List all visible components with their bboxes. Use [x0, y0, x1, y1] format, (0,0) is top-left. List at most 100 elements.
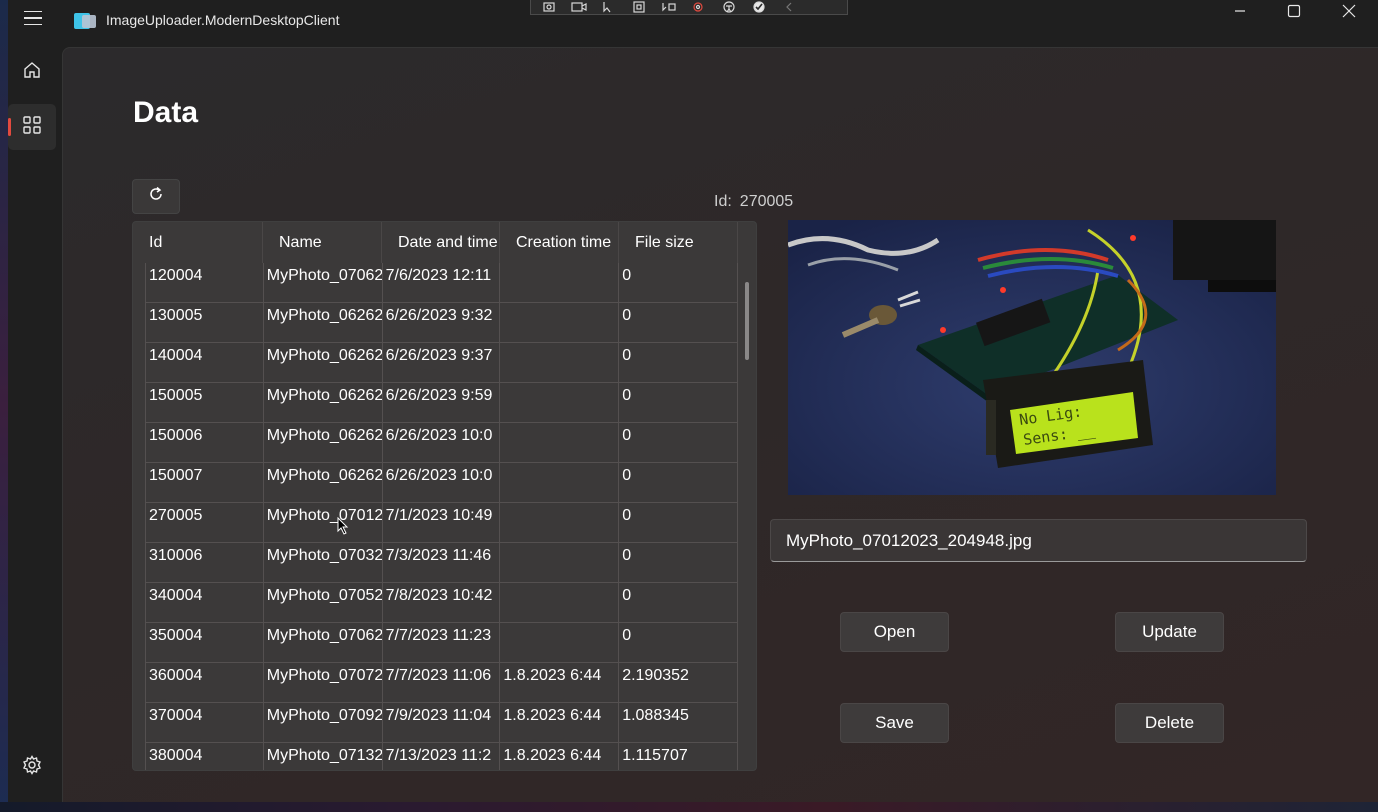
table-cell: MyPhoto_07062023: [264, 623, 383, 662]
table-cell: 0: [619, 423, 738, 462]
table-row[interactable]: 120004MyPhoto_070620237/6/2023 12:11 0: [145, 263, 738, 303]
selected-id-label: Id: 270005: [714, 193, 793, 211]
home-icon: [22, 60, 42, 85]
table-cell: MyPhoto_06262023: [264, 383, 383, 422]
table-cell: 2.190352: [619, 663, 738, 702]
column-header-name[interactable]: Name: [263, 222, 382, 263]
table-cell: 370004: [146, 703, 264, 742]
table-cell: 360004: [146, 663, 264, 702]
title-bar[interactable]: ImageUploader.ModernDesktopClient: [8, 0, 1378, 44]
select-element-icon[interactable]: [539, 1, 559, 13]
nav-item-home[interactable]: [8, 49, 56, 95]
table-cell: 6/26/2023 10:0: [383, 463, 501, 502]
update-button[interactable]: Update: [1115, 612, 1224, 652]
table-cell: 1.115707: [619, 743, 738, 770]
table-cell: 130005: [146, 303, 264, 342]
table-cell: [500, 503, 620, 542]
table-row[interactable]: 350004MyPhoto_070620237/7/2023 11:23 0: [145, 623, 738, 663]
table-cell: 1.8.2023 6:44: [500, 703, 620, 742]
open-button[interactable]: Open: [840, 612, 949, 652]
table-cell: 0: [619, 503, 738, 542]
table-cell: 7/8/2023 10:42: [383, 583, 501, 622]
table-row[interactable]: 360004MyPhoto_070720237/7/2023 11:061.8.…: [145, 663, 738, 703]
table-cell: 7/7/2023 11:23: [383, 623, 501, 662]
table-cell: 140004: [146, 343, 264, 382]
filename-field[interactable]: MyPhoto_07012023_204948.jpg: [770, 519, 1307, 562]
save-button[interactable]: Save: [840, 703, 949, 743]
table-cell: 380004: [146, 743, 264, 770]
table-row[interactable]: 150005MyPhoto_062620236/26/2023 9:59 0: [145, 383, 738, 423]
table-cell: 150006: [146, 423, 264, 462]
table-row[interactable]: 370004MyPhoto_070920237/9/2023 11:041.8.…: [145, 703, 738, 743]
minimize-button[interactable]: [1212, 0, 1268, 26]
column-header-creation[interactable]: Creation time: [500, 222, 619, 263]
table-cell: [500, 623, 620, 662]
maximize-button[interactable]: [1266, 0, 1322, 26]
table-cell: 0: [619, 543, 738, 582]
table-cell: 0: [619, 263, 738, 302]
close-icon: [1342, 4, 1356, 23]
table-cell: 7/1/2023 10:49: [383, 503, 501, 542]
table-row[interactable]: 150006MyPhoto_062620236/26/2023 10:0 0: [145, 423, 738, 463]
table-row[interactable]: 130005MyPhoto_062620236/26/2023 9:32 0: [145, 303, 738, 343]
table-cell: 0: [619, 303, 738, 342]
check-icon[interactable]: [749, 1, 769, 13]
pointer-select-icon[interactable]: [599, 1, 619, 13]
nav-item-data[interactable]: [8, 104, 56, 150]
table-row[interactable]: 380004MyPhoto_071320237/13/2023 11:21.8.…: [145, 743, 738, 770]
track-focus-icon[interactable]: [659, 1, 679, 13]
grid-apps-icon: [22, 115, 42, 140]
table-cell: 7/13/2023 11:2: [383, 743, 501, 770]
accessibility-icon[interactable]: [719, 1, 739, 13]
table-cell: 1.8.2023 6:44: [500, 663, 620, 702]
selection-indicator: [8, 118, 11, 136]
table-cell: MyPhoto_07032023: [264, 543, 383, 582]
grid-body: 120004MyPhoto_070620237/6/2023 12:110130…: [145, 263, 738, 770]
table-cell: [500, 303, 620, 342]
column-header-id[interactable]: Id: [133, 222, 263, 263]
table-row[interactable]: 270005MyPhoto_070120237/1/2023 10:49 0: [145, 503, 738, 543]
table-cell: 0: [619, 343, 738, 382]
video-icon[interactable]: [569, 1, 589, 13]
table-row[interactable]: 140004MyPhoto_062620236/26/2023 9:37 0: [145, 343, 738, 383]
xaml-debug-toolbar: [530, 0, 848, 15]
hamburger-menu-icon[interactable]: [20, 6, 46, 30]
data-grid[interactable]: Id Name Date and time Creation time File…: [132, 221, 757, 771]
table-cell: 0: [619, 623, 738, 662]
table-cell: [500, 463, 620, 502]
delete-button[interactable]: Delete: [1115, 703, 1224, 743]
refresh-button[interactable]: [132, 179, 180, 214]
table-row[interactable]: 310006MyPhoto_070320237/3/2023 11:46 0: [145, 543, 738, 583]
table-cell: 7/6/2023 12:11: [383, 263, 501, 302]
table-row[interactable]: 150007MyPhoto_062620236/26/2023 10:0 0: [145, 463, 738, 503]
column-header-date[interactable]: Date and time: [382, 222, 500, 263]
circuit-board-photo: No Lig: Sens: __: [788, 220, 1276, 495]
grid-scrollbar[interactable]: [745, 282, 749, 360]
table-cell: MyPhoto_06262023: [264, 343, 383, 382]
table-cell: [500, 263, 620, 302]
column-header-filesize[interactable]: File size: [619, 222, 738, 263]
close-button[interactable]: [1321, 0, 1377, 26]
binding-failures-icon[interactable]: [689, 1, 709, 13]
table-cell: [500, 583, 620, 622]
table-cell: 350004: [146, 623, 264, 662]
display-layout-icon[interactable]: [629, 1, 649, 13]
table-cell: 1.088345: [619, 703, 738, 742]
taskbar-edge: [0, 802, 1378, 812]
grid-header: Id Name Date and time Creation time File…: [133, 222, 738, 263]
collapse-toolbar-icon[interactable]: [779, 1, 799, 13]
table-cell: 0: [619, 583, 738, 622]
id-value: 270005: [739, 193, 794, 210]
table-cell: 7/7/2023 11:06: [383, 663, 501, 702]
table-cell: [500, 423, 620, 462]
nav-item-settings[interactable]: [8, 744, 56, 790]
table-cell: MyPhoto_06262023: [264, 463, 383, 502]
table-cell: 0: [619, 383, 738, 422]
table-cell: MyPhoto_07062023: [264, 263, 383, 302]
table-cell: [500, 343, 620, 382]
table-cell: MyPhoto_06262023: [264, 423, 383, 462]
table-cell: 310006: [146, 543, 264, 582]
table-cell: MyPhoto_07072023: [264, 663, 383, 702]
gear-icon: [22, 754, 42, 780]
table-row[interactable]: 340004MyPhoto_070520237/8/2023 10:42 0: [145, 583, 738, 623]
